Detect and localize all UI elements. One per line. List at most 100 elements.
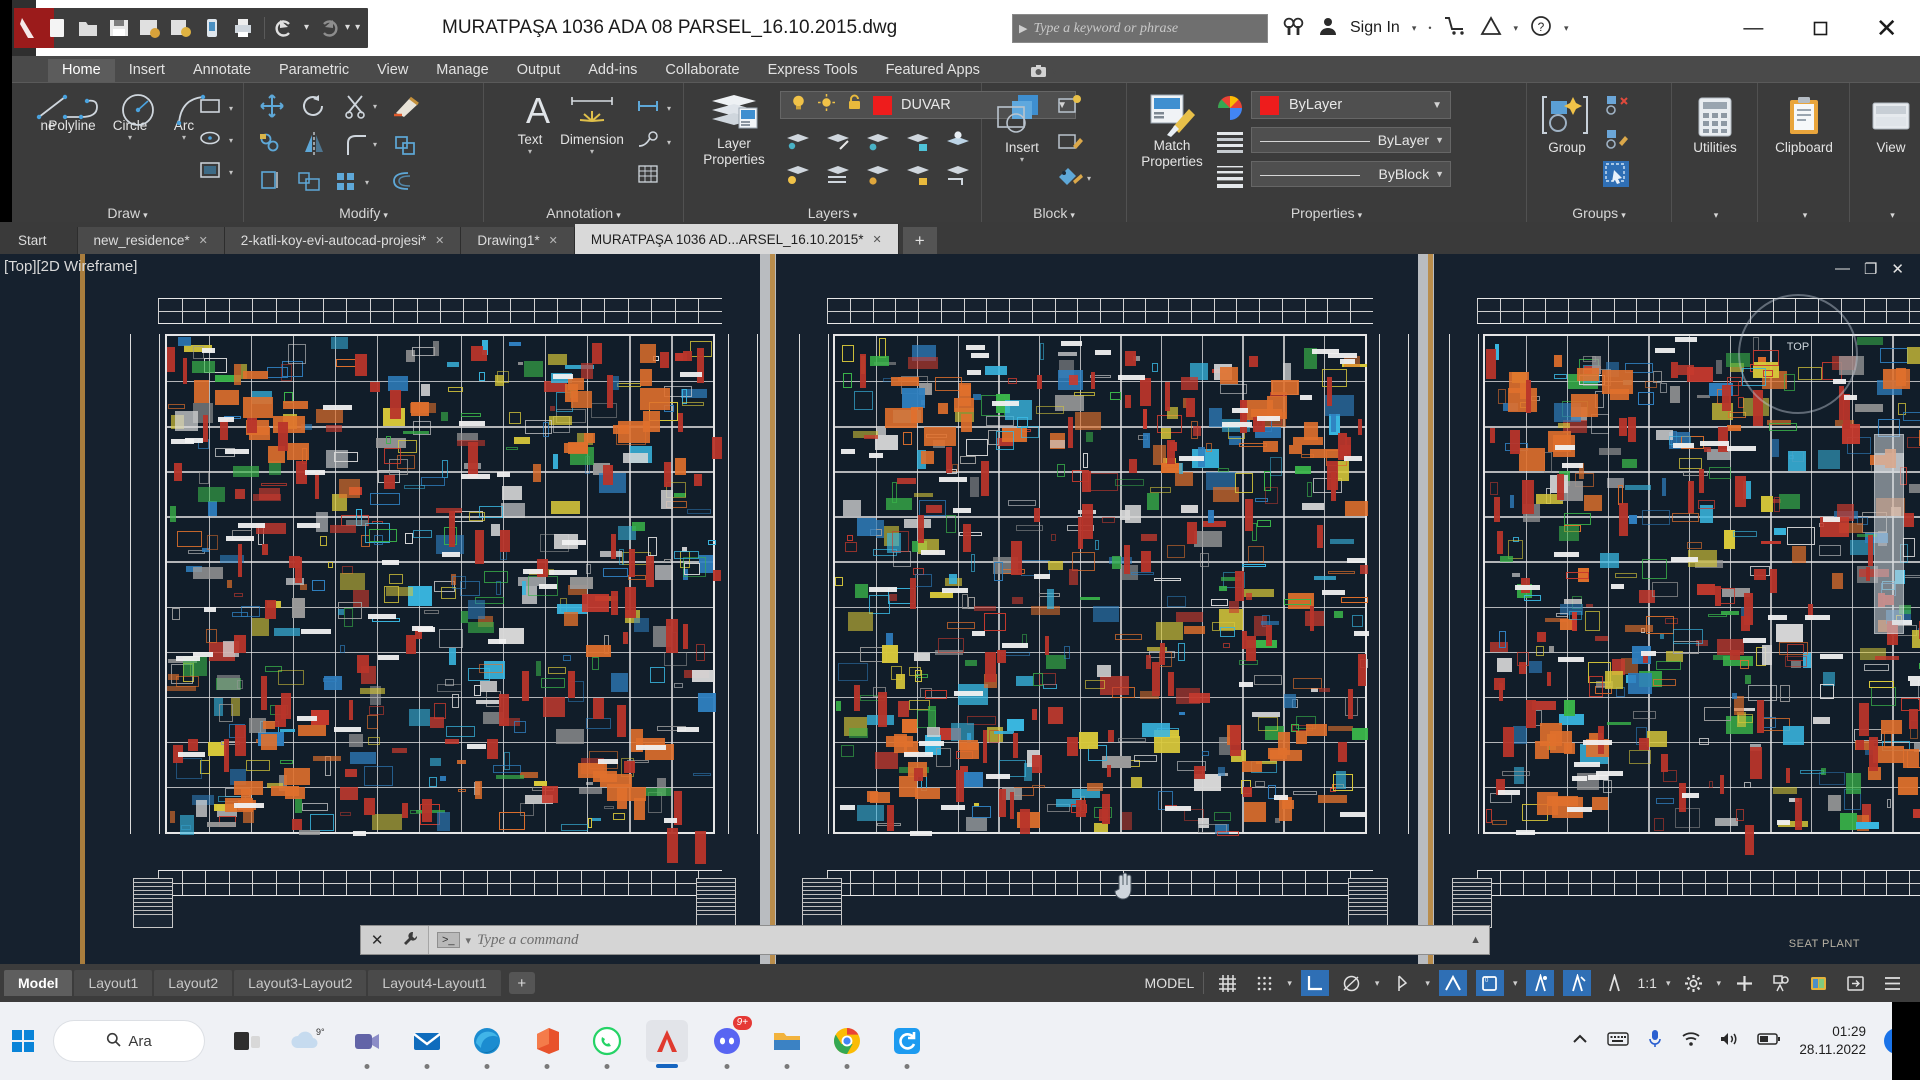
hatch-tool[interactable]: ▾	[198, 159, 233, 185]
file-explorer-icon[interactable]	[766, 1020, 808, 1069]
maximize-button[interactable]	[1787, 0, 1854, 56]
lineweight-control[interactable]: ByBlock ▼	[1251, 161, 1451, 187]
panel-view-title[interactable]: ▾	[1850, 205, 1920, 221]
discord-icon[interactable]: 9+	[706, 1016, 752, 1069]
panel-draw-title[interactable]: Draw ▾	[12, 205, 243, 221]
redo-dropdown-arrow[interactable]: ▾	[345, 15, 350, 41]
microphone-icon[interactable]	[1647, 1029, 1663, 1054]
minimize-button[interactable]: —	[1720, 0, 1787, 56]
edit-block-tool[interactable]	[1056, 129, 1083, 155]
layout-tab-layout2[interactable]: Layout2	[154, 970, 233, 996]
view-cube[interactable]: TOP	[1738, 294, 1858, 414]
explode-tool[interactable]	[392, 131, 418, 157]
tab-view[interactable]: View	[363, 59, 422, 82]
edge-icon[interactable]	[466, 1020, 508, 1069]
drawing-tab-muratpasa[interactable]: MURATPAŞA 1036 AD...ARSEL_16.10.2015* ✕	[574, 224, 899, 254]
rectangle-dropdown-icon[interactable]: ▾	[229, 104, 233, 113]
task-view-icon[interactable]	[226, 1020, 268, 1062]
command-line[interactable]: ✕ >_ ▾ Type a command ▲	[360, 925, 1490, 955]
clean-screen-icon[interactable]	[1841, 970, 1869, 996]
fillet-dropdown-icon[interactable]: ▾	[373, 140, 377, 149]
panel-layers-title[interactable]: Layers ▾	[684, 205, 981, 221]
isolate-layer-icon[interactable]	[784, 129, 810, 155]
drawing-tab-drawing1[interactable]: Drawing1* ✕	[461, 227, 575, 254]
open-icon[interactable]	[75, 15, 101, 41]
unlock-layer-icon[interactable]	[904, 163, 930, 189]
viewport-close-icon[interactable]: ✕	[1891, 260, 1904, 278]
command-history-caret-icon[interactable]: ▾	[466, 934, 472, 947]
object-color-control[interactable]: ByLayer ▼	[1251, 91, 1451, 119]
drawing-tab-close-icon[interactable]: ✕	[435, 234, 444, 247]
drawing-tab-2-katli-koy-evi[interactable]: 2-katli-koy-evi-autocad-projesi* ✕	[224, 227, 462, 254]
taskbar-clock[interactable]: 01:29 28.11.2022	[1799, 1023, 1866, 1059]
viewport-minimize-icon[interactable]: —	[1835, 260, 1850, 278]
command-line-scroll-icon[interactable]: ▲	[1470, 934, 1489, 946]
object-snap-tracking-icon[interactable]	[1388, 970, 1416, 996]
floor-plan-center[interactable]	[790, 290, 1410, 930]
ortho-mode-icon[interactable]	[1300, 970, 1329, 996]
workspace-caret-icon[interactable]: ▾	[1716, 978, 1721, 989]
dimension-button[interactable]: Dimension ▾	[552, 91, 632, 156]
save-icon[interactable]	[106, 15, 132, 41]
help-caret-icon[interactable]: ▾	[1564, 23, 1569, 34]
autodesk-logo-icon[interactable]	[1479, 15, 1502, 41]
customization-plus-icon[interactable]	[1730, 970, 1758, 996]
tab-express-tools[interactable]: Express Tools	[754, 59, 872, 82]
layer-color-swatch[interactable]	[873, 95, 892, 115]
panel-modify-title[interactable]: Modify ▾	[244, 205, 483, 221]
sync-icon[interactable]	[886, 1020, 928, 1069]
drawing-tab-close-icon[interactable]: ✕	[873, 233, 882, 246]
linear-dimension-dropdown-icon[interactable]: ▾	[667, 104, 671, 113]
command-prompt[interactable]: >_ ▾ Type a command	[429, 932, 578, 949]
tab-insert[interactable]: Insert	[115, 59, 179, 82]
rectangle-tool[interactable]: ▾	[198, 95, 233, 121]
view-button[interactable]: View	[1859, 95, 1920, 155]
isolate-objects-icon[interactable]	[1767, 970, 1795, 996]
close-button[interactable]: ✕	[1853, 0, 1920, 56]
stretch-tool[interactable]	[258, 169, 284, 195]
mail-icon[interactable]	[406, 1020, 448, 1069]
clipboard-button[interactable]: Clipboard	[1772, 95, 1836, 155]
add-layout-button[interactable]: +	[508, 972, 535, 994]
thaw-layers-icon[interactable]	[824, 163, 850, 189]
freeze-layer-icon[interactable]	[864, 129, 890, 155]
hardware-acceleration-icon[interactable]	[1804, 970, 1832, 996]
layer-on-icon[interactable]	[789, 93, 808, 117]
fillet-tool[interactable]: ▾	[342, 131, 377, 157]
teams-icon[interactable]	[346, 1020, 388, 1069]
table-tool[interactable]	[636, 163, 662, 189]
group-edit-tool[interactable]	[1603, 127, 1629, 153]
unisolate-layer-icon[interactable]	[824, 129, 850, 155]
object-color-icon[interactable]	[1215, 93, 1245, 121]
sign-in-caret-icon[interactable]: ▾	[1412, 23, 1417, 34]
match-properties-button[interactable]: Match Properties	[1135, 91, 1209, 169]
command-line-close-icon[interactable]: ✕	[371, 931, 384, 949]
linear-dimension-tool[interactable]: ▾	[636, 95, 671, 121]
lineweight-dropdown-icon[interactable]: ▼	[1435, 169, 1444, 179]
drawing-tab-close-icon[interactable]: ✕	[549, 234, 558, 247]
autoscale-annotation-icon[interactable]	[1563, 970, 1592, 996]
plot-preview-icon[interactable]	[168, 15, 194, 41]
tab-home[interactable]: Home	[48, 59, 115, 82]
weather-widget[interactable]: 9°	[286, 1020, 328, 1062]
erase-tool[interactable]	[392, 93, 419, 119]
group-button[interactable]: Group	[1535, 93, 1599, 155]
dimension-dropdown-icon[interactable]: ▾	[590, 147, 594, 156]
start-button[interactable]	[0, 1030, 46, 1052]
annotation-scale-caret-icon[interactable]: ▾	[1666, 978, 1671, 989]
leader-tool[interactable]: ▾	[636, 129, 671, 155]
tab-featured-apps[interactable]: Featured Apps	[872, 59, 994, 82]
group-selection-toggle[interactable]	[1603, 161, 1629, 187]
account-icon[interactable]	[1318, 16, 1338, 41]
lineweight-display-icon[interactable]: 0	[1475, 970, 1504, 996]
offset-tool[interactable]	[388, 169, 414, 195]
save-as-icon[interactable]	[137, 15, 163, 41]
layout-tab-layout1[interactable]: Layout1	[74, 970, 153, 996]
arc-dropdown-icon[interactable]: ▾	[182, 133, 186, 142]
layout-tab-layout3[interactable]: Layout3-Layout2	[234, 970, 367, 996]
viewport-label[interactable]: [Top][2D Wireframe]	[4, 258, 137, 275]
object-snap-icon[interactable]	[1438, 970, 1467, 996]
lock-layer-icon[interactable]	[904, 129, 930, 155]
panel-block-title[interactable]: Block ▾	[982, 205, 1126, 221]
undo-icon[interactable]	[273, 15, 299, 41]
